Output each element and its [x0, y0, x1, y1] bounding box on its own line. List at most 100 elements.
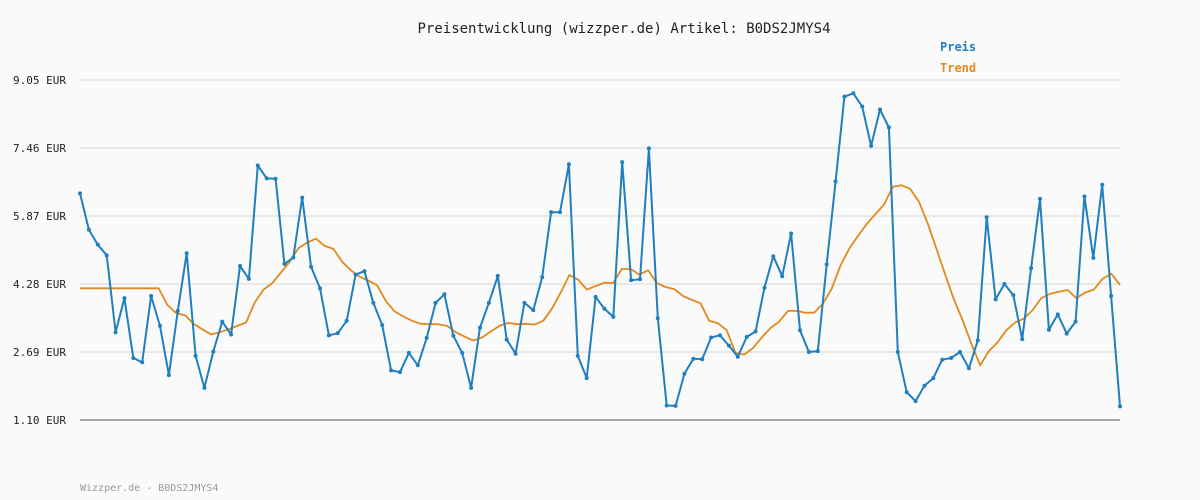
data-point	[966, 366, 971, 371]
data-point	[1109, 293, 1114, 298]
data-point	[362, 269, 367, 274]
y-tick-label: 9.05 EUR	[13, 74, 66, 87]
data-point	[673, 403, 678, 408]
data-point	[415, 363, 420, 368]
data-point	[238, 264, 242, 269]
data-point	[344, 318, 349, 323]
data-point	[264, 176, 269, 181]
series-line-trend	[80, 184, 1121, 367]
data-point	[255, 163, 260, 168]
data-point	[638, 277, 642, 282]
y-tick-label: 4.28 EUR	[13, 278, 66, 291]
data-point	[273, 176, 278, 181]
data-point	[611, 314, 616, 319]
data-point	[318, 286, 322, 291]
footer-credit: Wizzper.de - B0DS2JMYS4	[80, 483, 218, 494]
y-axis-ticks: 9.05 EUR 7.46 EUR 5.87 EUR 4.28 EUR 2.69 EUR…	[13, 74, 66, 427]
data-point	[175, 308, 180, 313]
data-point	[1020, 337, 1025, 342]
data-point	[229, 332, 234, 337]
series-line-preis	[79, 92, 1121, 407]
data-point	[291, 255, 296, 260]
data-point	[1082, 194, 1087, 199]
legend-preis: Preis	[940, 40, 976, 54]
data-point	[1046, 327, 1051, 332]
data-point	[691, 356, 696, 361]
legend-trend: Trend	[940, 61, 976, 75]
data-point	[504, 337, 509, 342]
data-point	[655, 316, 660, 321]
data-point	[815, 349, 820, 354]
data-point	[522, 300, 527, 305]
data-point	[940, 357, 945, 362]
data-point	[131, 355, 136, 360]
data-point	[398, 370, 402, 375]
data-point	[575, 353, 580, 358]
data-point	[824, 262, 829, 267]
data-point	[389, 368, 394, 373]
data-point	[1118, 404, 1122, 409]
data-point	[744, 335, 749, 340]
data-point	[878, 107, 882, 112]
data-point	[895, 350, 900, 354]
data-point	[700, 357, 705, 362]
data-point	[709, 335, 714, 340]
data-point	[762, 285, 767, 290]
data-point	[549, 210, 554, 215]
data-point	[833, 179, 838, 184]
data-point	[753, 329, 758, 334]
data-point	[300, 195, 305, 200]
data-point	[104, 253, 109, 258]
data-point	[1073, 319, 1078, 324]
y-tick-label: 1.10 EUR	[13, 414, 66, 427]
data-point	[1064, 331, 1069, 336]
data-point	[1100, 182, 1105, 187]
data-point	[860, 104, 865, 109]
y-tick-label: 2.69 EUR	[13, 346, 66, 359]
data-point	[202, 385, 207, 390]
data-point	[309, 264, 314, 269]
data-point	[469, 385, 474, 390]
data-point	[433, 300, 438, 305]
data-point	[282, 261, 287, 266]
data-point	[246, 276, 251, 281]
data-point	[993, 297, 998, 302]
data-point	[558, 210, 562, 215]
data-point	[495, 273, 500, 278]
data-point	[211, 349, 216, 354]
data-point	[220, 319, 225, 324]
data-point	[664, 403, 669, 408]
data-point	[149, 293, 154, 298]
data-point	[86, 227, 91, 232]
data-point	[371, 300, 376, 305]
data-point	[166, 373, 171, 378]
data-point	[869, 143, 874, 148]
data-point	[602, 306, 607, 311]
data-point	[406, 350, 411, 355]
data-point	[789, 231, 794, 236]
data-point	[478, 325, 482, 330]
data-point	[486, 300, 491, 305]
data-point	[886, 125, 891, 130]
data-point	[949, 355, 954, 360]
data-point	[513, 351, 518, 356]
data-point	[424, 335, 429, 340]
series	[78, 91, 1122, 409]
data-point	[851, 91, 856, 96]
data-point	[442, 292, 447, 297]
data-point	[122, 296, 127, 301]
data-point	[922, 383, 927, 388]
data-point	[540, 275, 545, 280]
data-point	[984, 215, 989, 220]
data-point	[113, 330, 118, 335]
y-tick-label: 5.87 EUR	[13, 210, 66, 223]
data-point	[95, 242, 100, 247]
data-point	[780, 274, 785, 279]
data-point	[904, 390, 909, 395]
data-point	[1002, 282, 1007, 286]
chart-title: Preisentwicklung (wizzper.de) Artikel: B…	[417, 21, 830, 37]
data-point	[193, 353, 198, 358]
data-point	[806, 350, 811, 354]
data-point	[451, 333, 456, 338]
data-point	[726, 343, 731, 348]
